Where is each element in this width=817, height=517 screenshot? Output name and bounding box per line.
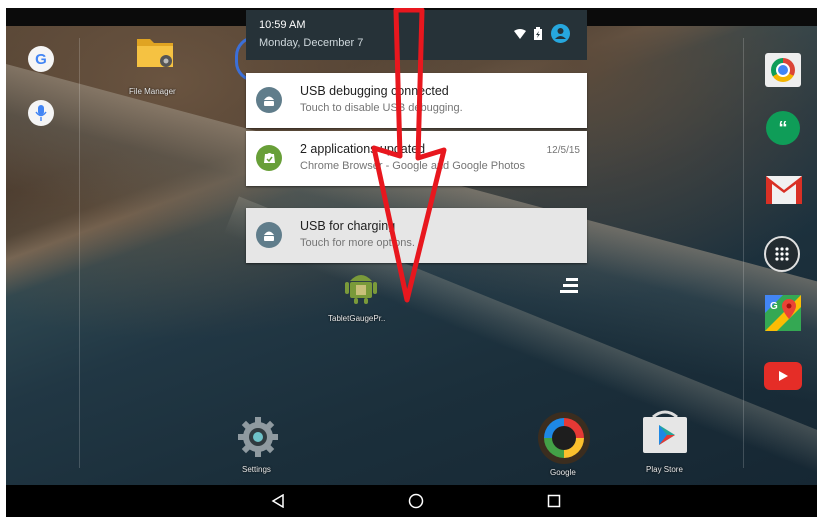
store-update-icon	[256, 145, 282, 171]
play-store-icon[interactable]	[640, 408, 690, 456]
wifi-icon	[514, 29, 526, 39]
navigation-bar	[6, 485, 817, 517]
chrome-icon[interactable]	[765, 53, 801, 87]
battery-charging-icon	[534, 27, 542, 40]
mic-icon[interactable]	[28, 100, 54, 126]
file-manager-label: File Manager	[129, 87, 176, 96]
status-time: 10:59 AM	[259, 19, 306, 31]
google-search-icon[interactable]: G	[28, 46, 54, 72]
gmail-icon[interactable]	[766, 176, 802, 204]
swipe-down-arrow-annotation	[371, 8, 447, 303]
android-icon	[256, 222, 282, 248]
android-icon	[256, 87, 282, 113]
tablet-app-label: TabletGaugePr..	[328, 314, 386, 323]
notification-stack-icon	[560, 278, 578, 294]
play-store-label: Play Store	[646, 465, 683, 474]
file-manager-icon[interactable]	[134, 30, 176, 72]
back-icon[interactable]	[268, 491, 288, 511]
hangouts-icon[interactable]: “	[766, 111, 800, 145]
youtube-icon[interactable]	[764, 362, 802, 390]
home-icon[interactable]	[406, 491, 426, 511]
settings-label: Settings	[242, 465, 271, 474]
maps-icon[interactable]: G	[765, 295, 801, 331]
settings-gear-icon[interactable]	[234, 413, 282, 461]
all-apps-icon[interactable]	[764, 236, 800, 272]
user-account-icon[interactable]	[551, 24, 570, 43]
notification-timestamp: 12/5/15	[546, 145, 580, 156]
home-divider-left	[79, 38, 80, 468]
play-music-icon[interactable]	[538, 412, 590, 464]
svg-text:G: G	[770, 301, 778, 312]
recents-icon[interactable]	[544, 491, 564, 511]
google-label: Google	[550, 468, 576, 477]
status-date: Monday, December 7	[259, 37, 364, 49]
home-divider-right	[743, 38, 744, 468]
